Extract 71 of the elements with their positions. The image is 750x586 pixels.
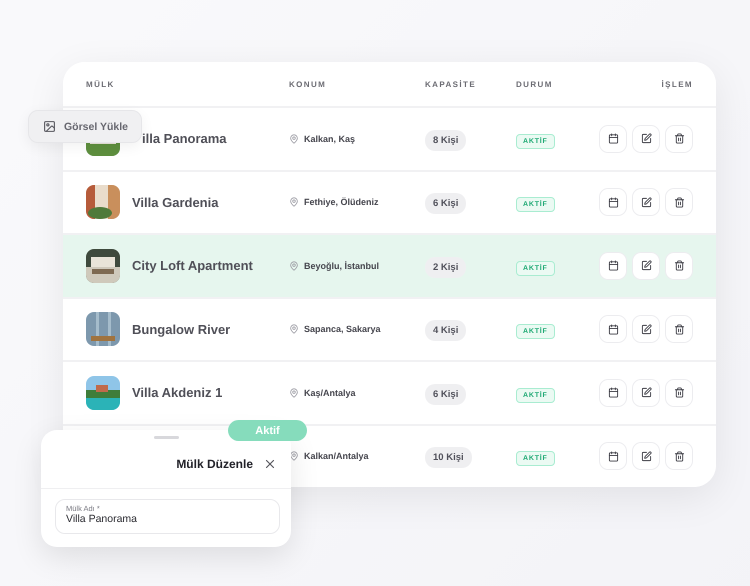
column-header: İŞLEM — [662, 80, 693, 88]
location-text: Kaş/Antalya — [304, 388, 356, 398]
delete-button[interactable] — [665, 378, 693, 407]
column-header: KONUM — [289, 80, 328, 88]
capacity-badge: 4 Kişi — [425, 320, 466, 342]
calendar-icon — [608, 133, 618, 144]
delete-button[interactable] — [665, 188, 693, 216]
drag-handle[interactable] — [154, 436, 178, 439]
pencil-icon — [640, 133, 652, 144]
status-pill: Aktif — [228, 420, 307, 441]
calendar-button[interactable] — [599, 315, 627, 344]
location-text: Kalkan, Kaş — [304, 134, 356, 144]
pencil-icon — [640, 260, 652, 272]
property-name: City Loft Apartment — [132, 258, 253, 274]
delete-button[interactable] — [665, 124, 693, 153]
image-icon — [43, 120, 56, 133]
capacity-badge: 8 Kişi — [425, 130, 466, 151]
trash-icon — [674, 450, 684, 462]
edit-button[interactable] — [632, 442, 660, 470]
property-name: Bungalow River — [132, 322, 230, 337]
trash-icon — [674, 387, 684, 398]
sheet-title: Mülk Düzenle — [176, 456, 253, 470]
calendar-button[interactable] — [599, 124, 627, 153]
location-text: Kalkan/Antalya — [304, 451, 369, 462]
calendar-button[interactable] — [599, 188, 627, 216]
map-pin-icon — [289, 134, 299, 144]
column-header: MÜLK — [86, 80, 116, 88]
trash-icon — [674, 196, 684, 208]
edit-button[interactable] — [632, 378, 660, 407]
map-pin-icon — [289, 197, 299, 208]
pencil-icon — [640, 450, 652, 462]
capacity-badge: 6 Kişi — [425, 384, 466, 405]
calendar-icon — [608, 260, 618, 272]
property-name: Villa Akdeniz 1 — [132, 385, 222, 400]
calendar-button[interactable] — [599, 442, 627, 470]
delete-button[interactable] — [665, 252, 693, 280]
trash-icon — [674, 260, 684, 272]
property-name: illa Panorama — [142, 131, 227, 146]
map-pin-icon — [289, 324, 299, 334]
trash-icon — [674, 324, 684, 335]
capacity-badge: 2 Kişi — [425, 256, 466, 278]
edit-button[interactable] — [632, 124, 660, 153]
calendar-icon — [608, 196, 618, 208]
calendar-icon — [608, 387, 618, 398]
location-text: Beyoğlu, İstanbul — [304, 260, 380, 271]
edit-button[interactable] — [632, 252, 660, 280]
calendar-icon — [608, 450, 618, 462]
calendar-button[interactable] — [599, 378, 627, 407]
edit-button[interactable] — [632, 188, 660, 216]
location-text: Fethiye, Ölüdeniz — [304, 197, 379, 208]
map-pin-icon — [289, 388, 299, 398]
pencil-icon — [640, 387, 652, 398]
trash-icon — [674, 133, 684, 144]
column-header: KAPASİTE — [425, 80, 478, 88]
delete-button[interactable] — [665, 315, 693, 344]
upload-image-button[interactable]: Görsel Yükle — [28, 110, 142, 143]
pencil-icon — [640, 324, 652, 335]
calendar-button[interactable] — [599, 252, 627, 280]
column-header: DURUM — [516, 80, 554, 88]
calendar-icon — [608, 324, 618, 335]
capacity-badge: 6 Kişi — [425, 193, 466, 214]
upload-label: Görsel Yükle — [64, 120, 128, 132]
edit-button[interactable] — [632, 315, 660, 344]
pencil-icon — [640, 196, 652, 208]
property-name: Villa Gardenia — [132, 194, 218, 210]
capacity-badge: 10 Kişi — [425, 447, 472, 468]
location-text: Sapanca, Sakarya — [304, 324, 381, 334]
field-value: Villa Panorama — [66, 513, 138, 525]
map-pin-icon — [289, 260, 299, 271]
delete-button[interactable] — [665, 442, 693, 470]
map-pin-icon — [289, 451, 299, 462]
